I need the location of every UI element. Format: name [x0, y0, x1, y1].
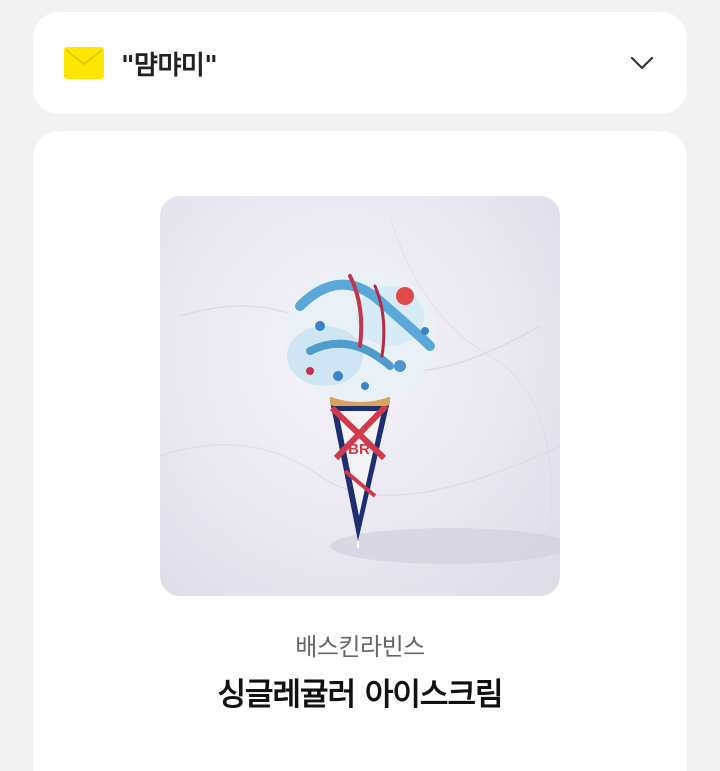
chevron-down-icon: [630, 56, 654, 70]
product-name: 싱글레귤러 아이스크림: [217, 677, 504, 713]
product-brand: 배스킨라빈스: [295, 633, 425, 661]
expand-toggle-button[interactable]: [627, 48, 657, 78]
product-image: BR: [160, 196, 560, 596]
ice-cream-cone-image: BR: [160, 215, 560, 564]
svg-text:BR: BR: [348, 441, 370, 458]
envelope-icon: [64, 47, 104, 79]
product-card: BR 배스킨라빈스 싱글레귤러 아이스크림: [33, 131, 687, 771]
gift-message-bar[interactable]: "먐먀미": [33, 12, 687, 114]
gift-message-text: "먐먀미": [121, 50, 218, 81]
